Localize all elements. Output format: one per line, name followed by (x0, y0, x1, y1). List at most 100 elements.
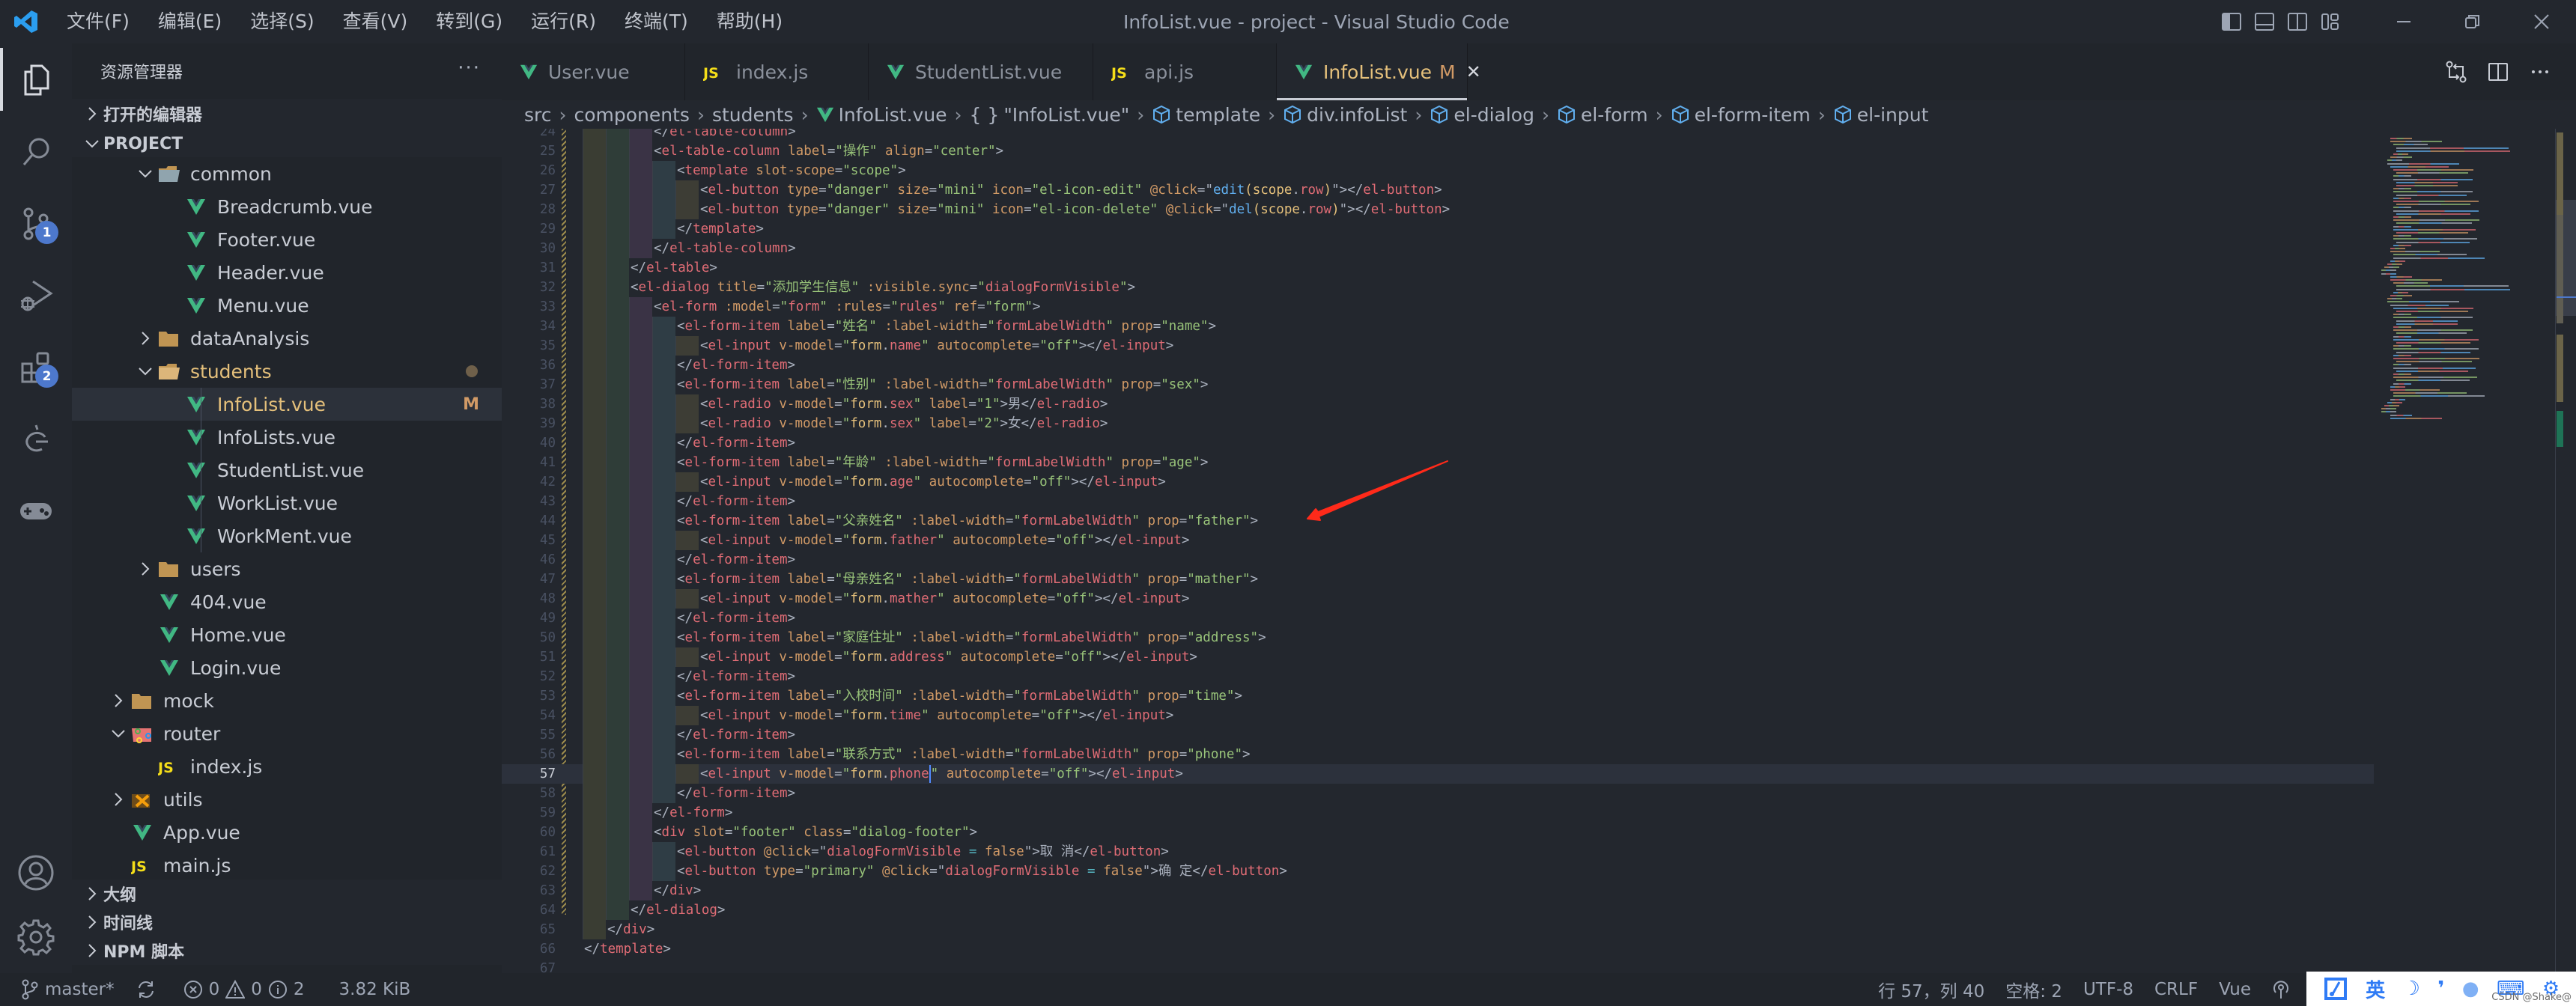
tree-item[interactable]: router (72, 717, 502, 750)
run-debug-button[interactable] (0, 259, 72, 331)
ime-logo-icon[interactable] (2323, 976, 2348, 1002)
tab-close-icon[interactable]: ✕ (1466, 61, 1481, 82)
timeline-section[interactable]: 时间线 (72, 908, 502, 936)
remote-explorer-button[interactable] (0, 403, 72, 475)
tree-item[interactable]: App.vue (72, 816, 502, 849)
line-ending[interactable]: CRLF (2144, 980, 2208, 999)
extensions-button[interactable]: 2 (0, 331, 72, 403)
split-editor-icon[interactable] (2477, 61, 2519, 83)
breadcrumb-item[interactable]: el-dialog (1430, 104, 1534, 126)
editor-tab[interactable]: User.vue (502, 43, 685, 100)
code-line[interactable]: 46 </el-form-item> (502, 550, 2374, 570)
menu-selection[interactable]: 选择(S) (236, 0, 328, 43)
code-line[interactable]: 60 <div slot="footer" class="dialog-foote… (502, 823, 2374, 842)
tree-item[interactable]: Breadcrumb.vue (72, 190, 502, 223)
code-line[interactable]: 63 </div> (502, 881, 2374, 900)
project-section[interactable]: PROJECT (72, 129, 502, 159)
code-line[interactable]: 31 </el-table> (502, 258, 2374, 278)
menu-terminal[interactable]: 终端(T) (610, 0, 702, 43)
code-line[interactable]: 50 <el-form-item label="家庭住址" :label-widt… (502, 628, 2374, 647)
tree-item[interactable]: JS index.js (72, 750, 502, 783)
customize-layout-icon[interactable] (2314, 0, 2347, 43)
code-line[interactable]: 48 <el-input v-model="form.mather" autoco… (502, 589, 2374, 609)
code-line[interactable]: 53 <el-form-item label="入校时间" :label-widt… (502, 686, 2374, 706)
code-line[interactable]: 59 </el-form> (502, 803, 2374, 823)
editor-tab[interactable]: JS index.js (685, 43, 869, 100)
more-actions-icon[interactable]: ··· (458, 57, 481, 79)
tree-item[interactable]: JS main.js (72, 849, 502, 880)
code-line[interactable]: 25 <el-table-column label="操作" align="cen… (502, 141, 2374, 161)
gamepad-button[interactable] (0, 475, 72, 546)
restore-button[interactable] (2438, 0, 2507, 43)
code-line[interactable]: 65 </div> (502, 920, 2374, 939)
code-line[interactable]: 41 <el-form-item label="年龄" :label-width=… (502, 453, 2374, 472)
code-line[interactable]: 66 </template> (502, 939, 2374, 959)
tree-item[interactable]: utils (72, 783, 502, 816)
tree-item[interactable]: Menu.vue (72, 289, 502, 322)
code-line[interactable]: 49 </el-form-item> (502, 609, 2374, 628)
tree-item[interactable]: WorkMent.vue (72, 519, 502, 552)
tree-item[interactable]: 404.vue (72, 585, 502, 618)
code-line[interactable]: 45 <el-input v-model="form.father" autoco… (502, 531, 2374, 550)
breadcrumb-item[interactable]: el-input (1833, 104, 1928, 126)
code-line[interactable]: 51 <el-input v-model="form.address" autoc… (502, 647, 2374, 667)
code-line[interactable]: 67 (502, 959, 2374, 973)
editor-tab[interactable]: StudentList.vue (869, 43, 1093, 100)
breadcrumb-item[interactable]: el-form (1557, 104, 1648, 126)
source-control-button[interactable]: 1 (0, 187, 72, 259)
search-button[interactable] (0, 115, 72, 187)
code-line[interactable]: 36 </el-form-item> (502, 356, 2374, 375)
toggle-primary-sidebar-icon[interactable] (2215, 0, 2248, 43)
code-line[interactable]: 52 </el-form-item> (502, 667, 2374, 686)
code-line[interactable]: 35 <el-input v-model="form.name" autocomp… (502, 336, 2374, 356)
code-line[interactable]: 24 </el-table-column> (502, 129, 2374, 141)
tree-item[interactable]: users (72, 552, 502, 585)
open-editors-section[interactable]: 打开的编辑器 (72, 99, 502, 129)
breadcrumb-item[interactable]: src (524, 104, 552, 126)
menu-edit[interactable]: 编辑(E) (144, 0, 236, 43)
code-line[interactable]: 40 </el-form-item> (502, 433, 2374, 453)
breadcrumb-item[interactable]: components (574, 104, 690, 126)
code-line[interactable]: 44 <el-form-item label="父亲姓名" :label-widt… (502, 511, 2374, 531)
punctuation-icon[interactable]: ❜ (2437, 978, 2444, 1000)
manage-button[interactable] (0, 901, 72, 973)
sync-button[interactable] (125, 979, 173, 1000)
minimap[interactable] (2374, 129, 2531, 466)
menu-view[interactable]: 查看(V) (329, 0, 422, 43)
tree-item[interactable]: InfoList.vue M (72, 388, 502, 421)
menu-run[interactable]: 运行(R) (517, 0, 610, 43)
user-icon[interactable]: ● (2462, 978, 2479, 1000)
code-line[interactable]: 58 </el-form-item> (502, 784, 2374, 803)
breadcrumb-item[interactable]: InfoList.vue (816, 104, 947, 126)
code-line[interactable]: 62 <el-button type="primary" @click="dial… (502, 862, 2374, 881)
code-line[interactable]: 28 <el-button type="danger" size="mini" i… (502, 200, 2374, 219)
code-line[interactable]: 64 </el-dialog> (502, 900, 2374, 920)
code-line[interactable]: 30 </el-table-column> (502, 239, 2374, 258)
breadcrumb-item[interactable]: students (712, 104, 794, 126)
code-line[interactable]: 32 <el-dialog title="添加学生信息" :visible.syn… (502, 278, 2374, 297)
code-line[interactable]: 34 <el-form-item label="姓名" :label-width=… (502, 317, 2374, 336)
indentation[interactable]: 空格: 2 (1995, 977, 2073, 1002)
broadcast-button[interactable] (2261, 979, 2306, 1000)
tree-item[interactable]: Header.vue (72, 256, 502, 289)
outline-section[interactable]: 大纲 (72, 880, 502, 908)
problems-status[interactable]: 0 0 2 (173, 980, 315, 999)
code-line[interactable]: 57 <el-input v-model="form.phone " autocom… (502, 764, 2374, 784)
encoding[interactable]: UTF-8 (2073, 980, 2144, 999)
breadcrumb-item[interactable]: template (1152, 104, 1260, 126)
menu-file[interactable]: 文件(F) (52, 0, 144, 43)
code-line[interactable]: 37 <el-form-item label="性别" :label-width=… (502, 375, 2374, 394)
accounts-button[interactable] (0, 837, 72, 909)
code-line[interactable]: 38 <el-radio v-model="form.sex" label="1"… (502, 394, 2374, 414)
toggle-panel-icon[interactable] (2248, 0, 2281, 43)
editor-tab[interactable]: JS api.js (1093, 43, 1277, 100)
minimize-button[interactable] (2369, 0, 2438, 43)
code-line[interactable]: 39 <el-radio v-model="form.sex" label="2"… (502, 414, 2374, 433)
more-actions-icon[interactable] (2519, 61, 2561, 83)
menu-help[interactable]: 帮助(H) (702, 0, 797, 43)
tree-item[interactable]: students (72, 355, 502, 388)
code-editor[interactable]: 24 </el-table-column> 25 <el-table-column l… (502, 129, 2576, 973)
tree-item[interactable]: InfoLists.vue (72, 421, 502, 454)
tree-item[interactable]: Login.vue (72, 651, 502, 684)
close-window-button[interactable] (2507, 0, 2576, 43)
